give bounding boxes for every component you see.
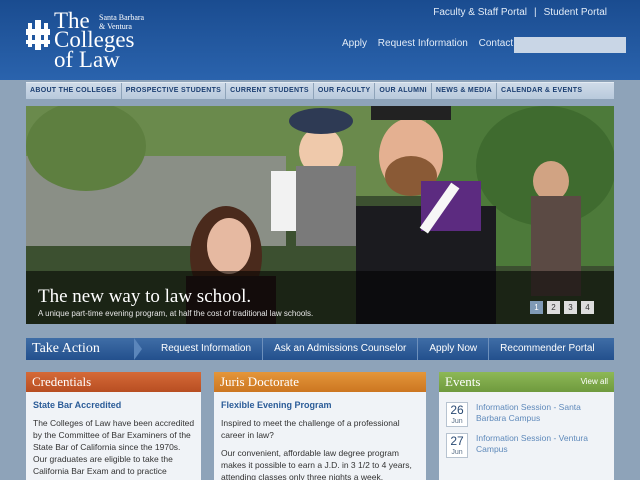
logo-of-law[interactable]: of Law bbox=[54, 48, 120, 71]
event-day: 27 bbox=[450, 434, 464, 448]
nav-about-the-colleges[interactable]: ABOUT THE COLLEGES bbox=[26, 83, 122, 99]
event-month: Jun bbox=[451, 418, 463, 425]
nav-our-alumni[interactable]: OUR ALUMNI bbox=[375, 83, 432, 99]
hero-page-3[interactable]: 3 bbox=[564, 301, 577, 314]
request-information-link[interactable]: Request Information bbox=[378, 38, 468, 49]
hero-title: The new way to law school. bbox=[38, 286, 252, 307]
event-item: 26 Jun Information Session - Santa Barba… bbox=[446, 402, 608, 427]
hero-subtitle: A unique part-time evening program, at h… bbox=[38, 309, 314, 318]
credentials-subtitle[interactable]: State Bar Accredited bbox=[33, 399, 195, 411]
apply-link[interactable]: Apply bbox=[342, 38, 367, 49]
juris-title: Juris Doctorate bbox=[214, 372, 426, 392]
header-links: Apply Request Information Contact Us bbox=[342, 38, 536, 49]
utility-separator: | bbox=[534, 7, 537, 18]
events-box: Events View all 26 Jun Information Sessi… bbox=[439, 372, 614, 480]
action-ask-admissions-counselor[interactable]: Ask an Admissions Counselor bbox=[263, 338, 419, 360]
nav-news-media[interactable]: NEWS & MEDIA bbox=[432, 83, 497, 99]
events-view-all-link[interactable]: View all bbox=[581, 372, 608, 392]
events-body: 26 Jun Information Session - Santa Barba… bbox=[439, 392, 614, 458]
student-portal-link[interactable]: Student Portal bbox=[544, 7, 607, 18]
hero-slideshow[interactable]: The new way to law school. A unique part… bbox=[26, 106, 614, 324]
credentials-box: Credentials State Bar Accredited The Col… bbox=[26, 372, 201, 480]
search-input[interactable] bbox=[514, 37, 626, 53]
credentials-body: State Bar Accredited The Colleges of Law… bbox=[26, 392, 201, 477]
action-recommender-portal[interactable]: Recommender Portal bbox=[489, 338, 605, 360]
event-date: 26 Jun bbox=[446, 402, 468, 427]
hero-page-2[interactable]: 2 bbox=[547, 301, 560, 314]
events-header: Events View all bbox=[439, 372, 614, 392]
credentials-title: Credentials bbox=[26, 372, 201, 392]
hero-page-4[interactable]: 4 bbox=[581, 301, 594, 314]
take-action-arrow-icon bbox=[134, 338, 142, 360]
event-day: 26 bbox=[450, 403, 464, 417]
juris-doctorate-box: Juris Doctorate Flexible Evening Program… bbox=[214, 372, 426, 480]
events-title: Events bbox=[445, 374, 481, 389]
action-request-information[interactable]: Request Information bbox=[150, 338, 264, 360]
juris-text-1: Inspired to meet the challenge of a prof… bbox=[221, 418, 400, 440]
credentials-text: The Colleges of Law have been accredited… bbox=[33, 418, 195, 476]
hero-page-1[interactable]: 1 bbox=[530, 301, 543, 314]
site-header: The Santa Barbara & Ventura Colleges of … bbox=[0, 0, 640, 80]
college-seal-icon[interactable] bbox=[26, 20, 50, 50]
hero-pager: 1 2 3 4 bbox=[530, 301, 594, 314]
nav-calendar-events[interactable]: CALENDAR & EVENTS bbox=[497, 83, 586, 99]
juris-text-2: Our convenient, affordable law degree pr… bbox=[221, 448, 412, 480]
take-action-title: Take Action bbox=[32, 341, 100, 356]
take-action-bar: Take Action Request Information Ask an A… bbox=[26, 338, 614, 360]
main-nav: ABOUT THE COLLEGES PROSPECTIVE STUDENTS … bbox=[26, 82, 614, 99]
juris-subtitle[interactable]: Flexible Evening Program bbox=[221, 399, 420, 411]
event-link[interactable]: Information Session - Santa Barbara Camp… bbox=[476, 402, 608, 424]
event-date: 27 Jun bbox=[446, 433, 468, 458]
nav-current-students[interactable]: CURRENT STUDENTS bbox=[226, 83, 314, 99]
event-item: 27 Jun Information Session - Ventura Cam… bbox=[446, 433, 608, 458]
logo-location-line-1: Santa Barbara bbox=[99, 13, 145, 22]
faculty-staff-portal-link[interactable]: Faculty & Staff Portal bbox=[433, 7, 527, 18]
event-link[interactable]: Information Session - Ventura Campus bbox=[476, 433, 608, 455]
nav-our-faculty[interactable]: OUR FACULTY bbox=[314, 83, 376, 99]
nav-prospective-students[interactable]: PROSPECTIVE STUDENTS bbox=[122, 83, 227, 99]
utility-links: Faculty & Staff Portal | Student Portal bbox=[433, 7, 607, 18]
action-apply-now[interactable]: Apply Now bbox=[418, 338, 490, 360]
juris-body: Flexible Evening Program Inspired to mee… bbox=[214, 392, 426, 480]
event-month: Jun bbox=[451, 449, 463, 456]
